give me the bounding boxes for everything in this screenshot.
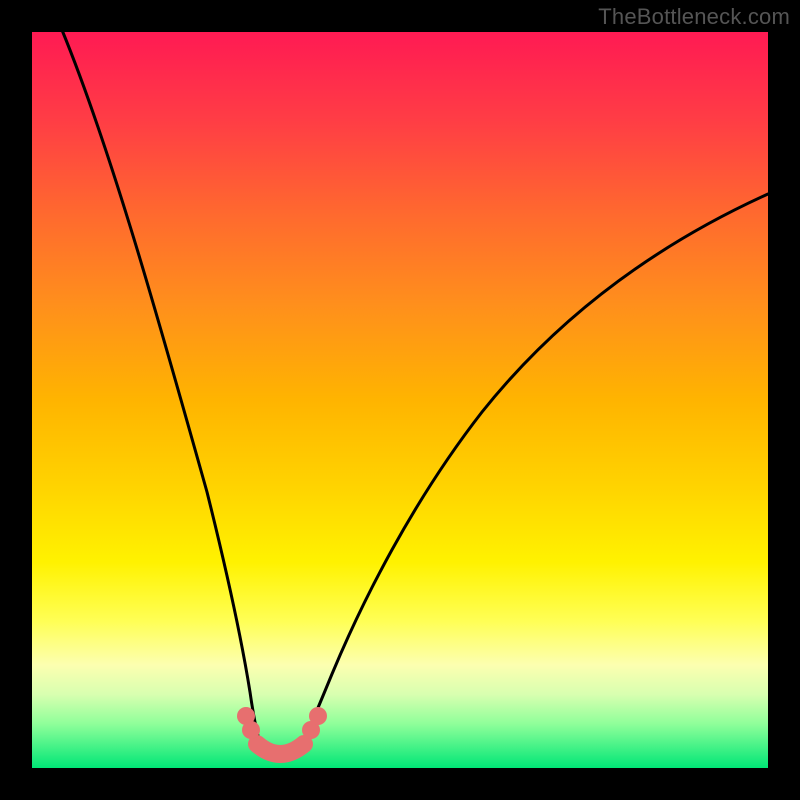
curve-layer xyxy=(32,32,768,768)
trough-highlight xyxy=(257,744,304,754)
curve-left-branch xyxy=(62,30,262,750)
watermark-text: TheBottleneck.com xyxy=(598,4,790,30)
chart-frame: TheBottleneck.com xyxy=(0,0,800,800)
marker-right-upper xyxy=(309,707,327,725)
plot-area xyxy=(32,32,768,768)
marker-left-lower xyxy=(242,721,260,739)
curve-right-branch xyxy=(300,194,768,750)
